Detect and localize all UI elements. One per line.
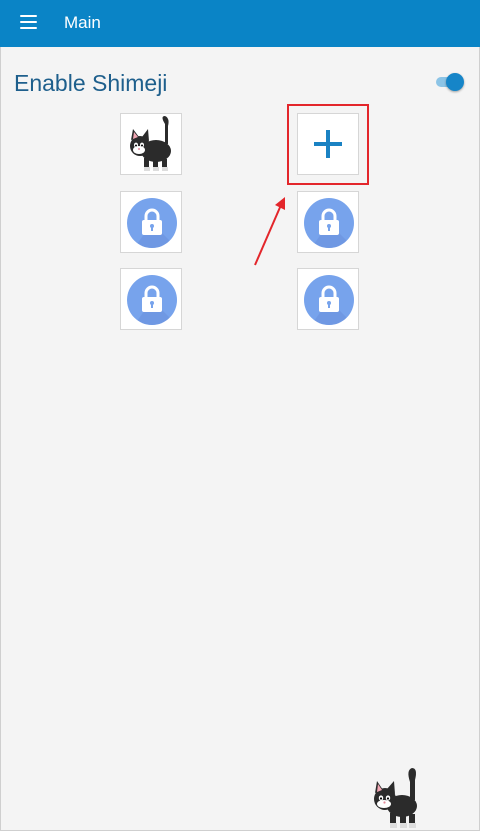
locked-tile[interactable] bbox=[120, 191, 182, 253]
lock-badge bbox=[304, 198, 354, 248]
annotation-arrow-icon bbox=[254, 197, 285, 266]
screen-frame bbox=[0, 0, 480, 831]
locked-tile[interactable] bbox=[297, 268, 359, 330]
lock-icon bbox=[311, 285, 354, 325]
app-bar: Main bbox=[0, 0, 480, 47]
lock-icon bbox=[134, 208, 177, 248]
lock-badge bbox=[127, 275, 177, 325]
add-tile-highlight bbox=[287, 104, 369, 185]
lock-icon bbox=[134, 285, 177, 325]
lock-icon bbox=[311, 208, 354, 248]
lock-badge bbox=[304, 275, 354, 325]
locked-tile[interactable] bbox=[120, 268, 182, 330]
enable-shimeji-toggle[interactable] bbox=[434, 73, 464, 91]
floating-shimeji-cat-icon[interactable] bbox=[368, 764, 426, 830]
black-cat-icon bbox=[130, 116, 171, 171]
toggle-thumb bbox=[446, 73, 464, 91]
hamburger-menu-icon[interactable] bbox=[20, 15, 38, 31]
shimeji-tile-cat[interactable] bbox=[120, 113, 182, 175]
locked-tile[interactable] bbox=[297, 191, 359, 253]
app-bar-title: Main bbox=[64, 13, 101, 32]
lock-badge bbox=[127, 198, 177, 248]
enable-shimeji-label: Enable Shimeji bbox=[14, 70, 168, 96]
